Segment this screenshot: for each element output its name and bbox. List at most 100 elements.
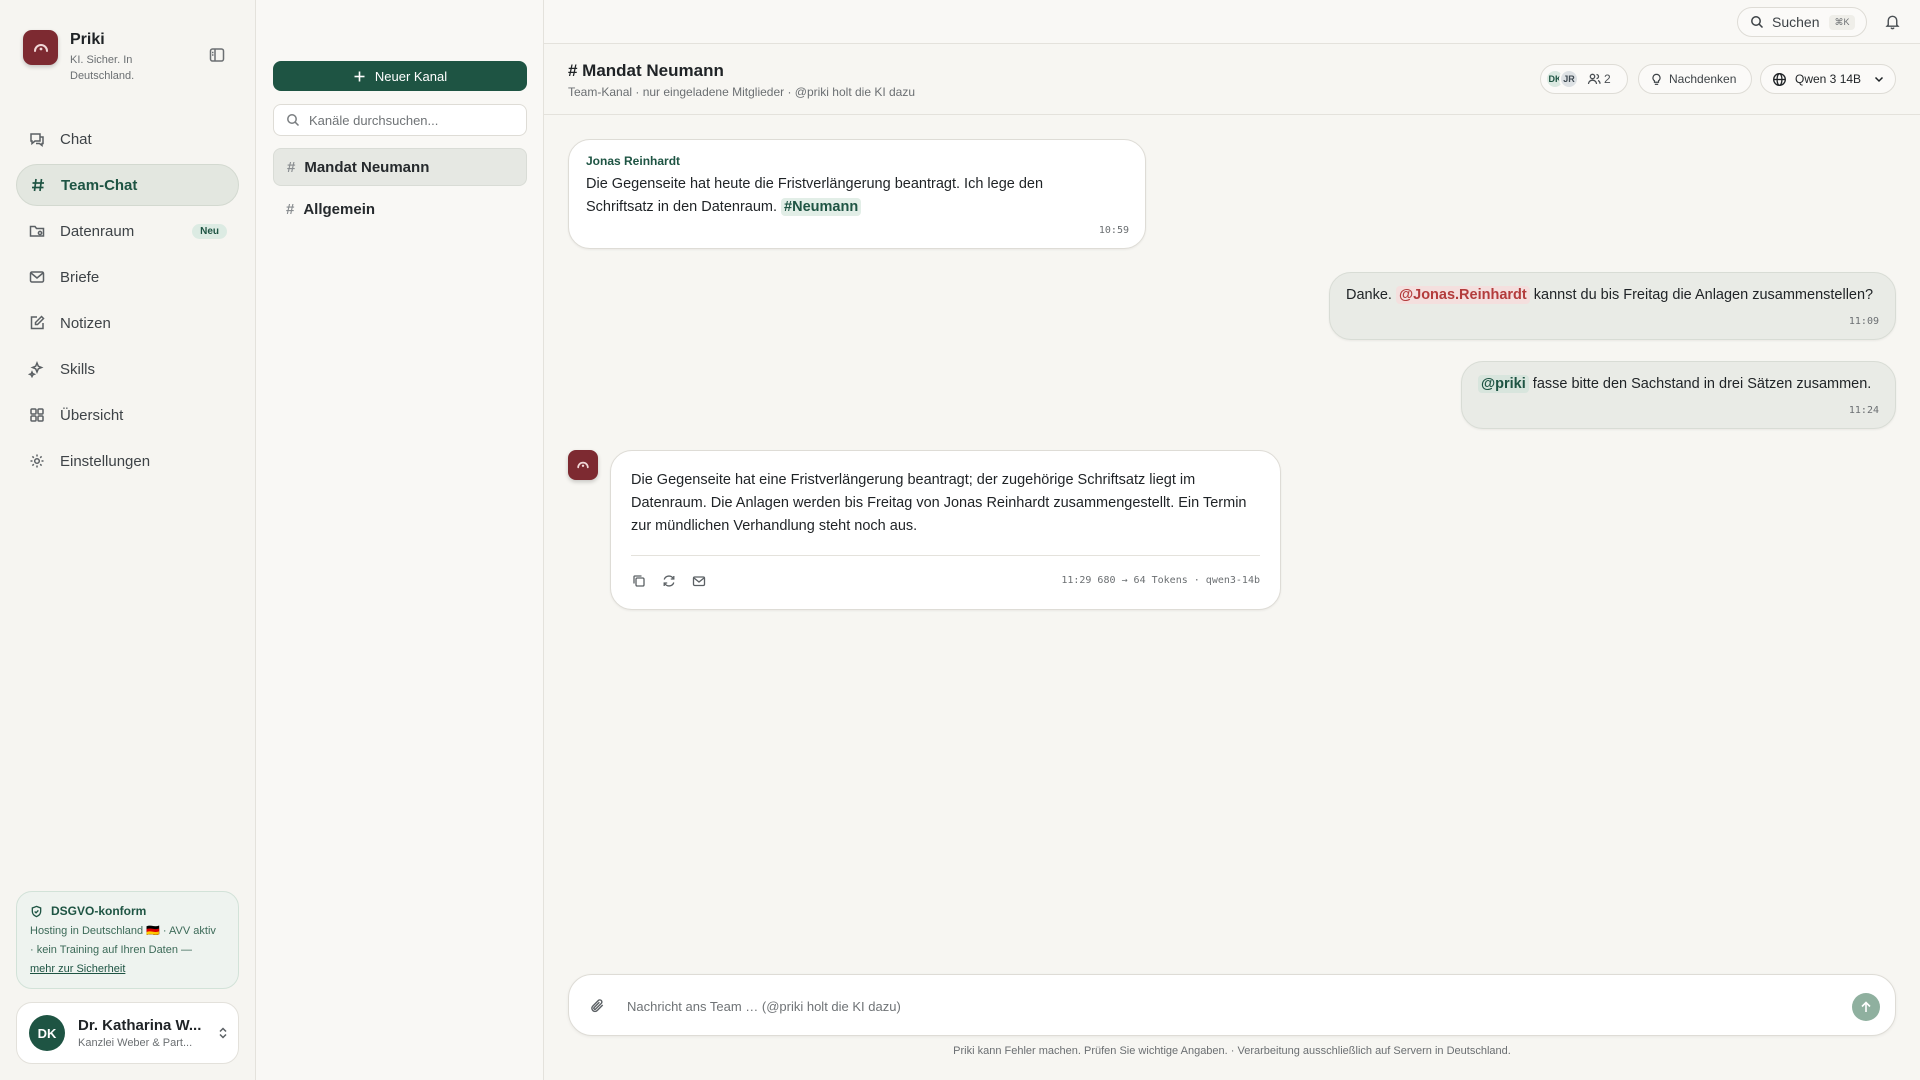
- message-ai-response: Die Gegenseite hat eine Fristverlängerun…: [610, 450, 1281, 610]
- message-line: Die Gegenseite hat heute die Fristverlän…: [586, 176, 1044, 192]
- member-count: 2: [1604, 72, 1611, 86]
- send-button[interactable]: [1852, 993, 1880, 1021]
- avatar: DK: [29, 1015, 65, 1051]
- page-title: # Mandat Neumann: [568, 61, 724, 80]
- hash-icon: [29, 176, 47, 194]
- hash-icon: #: [286, 200, 295, 218]
- disclaimer: Priki kann Fehler machen. Prüfen Sie wic…: [953, 1045, 1511, 1057]
- chevron-up-down-icon[interactable]: [216, 1026, 230, 1040]
- message-line: Datenraum. Die Anlagen werden bis Freita…: [631, 495, 1247, 511]
- message-line: Schriftsatz in den Datenraum.: [586, 199, 778, 215]
- channel-subtitle: Team-Kanal · nur eingeladene Mitglieder …: [568, 85, 916, 99]
- security-card: DSGVO-konform Hosting in Deutschland 🇩🇪 …: [16, 891, 239, 989]
- nav-item-chat[interactable]: Chat: [16, 118, 239, 160]
- message-text: Die Gegenseite hat eine Fristverlängerun…: [631, 469, 1271, 538]
- message-actions: [631, 573, 721, 589]
- security-title: DSGVO-konform: [51, 904, 147, 918]
- members-button[interactable]: DK JR 2: [1540, 64, 1628, 94]
- security-line-2: · kein Training auf Ihren Daten —: [30, 944, 193, 956]
- arrow-up-icon: [1861, 1001, 1871, 1012]
- global-search-button[interactable]: Suchen ⌘K: [1737, 7, 1867, 37]
- brand: Priki KI. Sicher. In Deutschland.: [23, 30, 150, 84]
- chat-header: # Mandat Neumann Team-Kanal · nur eingel…: [544, 44, 1920, 115]
- model-label: Qwen 3 14B: [1795, 72, 1862, 86]
- nav-item-skills[interactable]: Skills: [16, 348, 239, 390]
- bell-icon[interactable]: [1884, 13, 1901, 30]
- message-list: Jonas Reinhardt Die Gegenseite hat heute…: [544, 115, 1920, 975]
- brand-tagline: KI. Sicher. In Deutschland.: [70, 54, 135, 82]
- nav-label: Skills: [60, 360, 96, 378]
- shield-icon: [31, 905, 42, 917]
- think-label: Nachdenken: [1669, 72, 1737, 86]
- nav-item-uebersicht[interactable]: Übersicht: [16, 394, 239, 436]
- lightbulb-icon: [1652, 73, 1661, 85]
- search-icon: [1751, 16, 1764, 29]
- nav-label: Übersicht: [60, 406, 124, 424]
- regenerate-icon[interactable]: [661, 573, 677, 589]
- search-label: Suchen: [1772, 14, 1820, 30]
- message-part: kannst du bis Freitag die Anlagen zusamm…: [1533, 287, 1874, 303]
- message-time: 10:59: [1098, 225, 1129, 236]
- channel-item-allgemein[interactable]: # Allgemein: [273, 190, 527, 228]
- message-text: Danke. @Jonas.Reinhardt kannst du bis Fr…: [1346, 284, 1873, 307]
- new-badge: Neu: [192, 223, 227, 239]
- message-text: @priki fasse bitte den Sachstand in drei…: [1478, 373, 1871, 396]
- user-mention[interactable]: @Jonas.Reinhardt: [1395, 286, 1530, 304]
- folder-icon: [28, 222, 46, 240]
- user-menu[interactable]: DK Dr. Katharina W... Kanzlei Weber & Pa…: [16, 1002, 239, 1064]
- channel-name: Mandat Neumann: [304, 158, 430, 176]
- brand-name: Priki: [70, 31, 105, 48]
- new-channel-button[interactable]: Neuer Kanal: [273, 61, 527, 91]
- sidebar-collapse-icon[interactable]: [208, 46, 226, 64]
- channel-panel: Neuer Kanal # Mandat Neumann # Allgemein: [256, 0, 544, 1080]
- nav-item-datenraum[interactable]: Datenraum Neu: [16, 210, 239, 252]
- chevron-down-icon: [1874, 76, 1884, 83]
- grid-icon: [28, 406, 46, 424]
- priki-bot-avatar-icon: [568, 450, 598, 480]
- nav-label: Datenraum: [60, 222, 135, 240]
- nav-label: Einstellungen: [60, 452, 151, 470]
- bot-mention[interactable]: @priki: [1478, 375, 1529, 393]
- gear-icon: [28, 452, 46, 470]
- message-input[interactable]: [627, 995, 1807, 1017]
- security-line-1: Hosting in Deutschland 🇩🇪 · AVV aktiv: [30, 925, 216, 937]
- nav-label: Notizen: [60, 314, 111, 332]
- sparkles-icon: [28, 360, 46, 378]
- new-channel-label: Neuer Kanal: [374, 68, 448, 84]
- think-toggle-button[interactable]: Nachdenken: [1638, 64, 1752, 94]
- priki-logo-icon[interactable]: [23, 30, 58, 65]
- message-line: zur mündlichen Verhandlung steht noch au…: [631, 518, 918, 534]
- message-incoming: Jonas Reinhardt Die Gegenseite hat heute…: [568, 139, 1146, 249]
- message-sender: Jonas Reinhardt: [586, 154, 681, 168]
- channel-name: Allgemein: [303, 200, 376, 218]
- note-icon: [28, 314, 46, 332]
- nav-label: Team-Chat: [61, 176, 138, 194]
- nav-label: Briefe: [60, 268, 100, 286]
- search-icon: [287, 114, 300, 127]
- message-text: Die Gegenseite hat heute die Fristverlän…: [586, 173, 1126, 219]
- message-composer: [568, 974, 1896, 1036]
- mail-icon[interactable]: [691, 573, 707, 589]
- nav-item-briefe[interactable]: Briefe: [16, 256, 239, 298]
- nav-item-notizen[interactable]: Notizen: [16, 302, 239, 344]
- security-link[interactable]: mehr zur Sicherheit: [30, 960, 226, 979]
- chat-icon: [28, 130, 46, 148]
- paperclip-icon[interactable]: [589, 997, 606, 1014]
- ai-meta: 11:29 680 → 64 Tokens · qwen3-14b: [1061, 575, 1260, 586]
- nav-item-einstellungen[interactable]: Einstellungen: [16, 440, 239, 482]
- message-outgoing: Danke. @Jonas.Reinhardt kannst du bis Fr…: [1329, 272, 1896, 340]
- copy-icon[interactable]: [631, 573, 647, 589]
- message-time: 11:24: [1848, 405, 1879, 416]
- model-select[interactable]: Qwen 3 14B: [1760, 64, 1896, 94]
- message-part: fasse bitte den Sachstand in drei Sätzen…: [1532, 376, 1872, 392]
- channel-tag[interactable]: #Neumann: [781, 198, 862, 216]
- channel-search-input[interactable]: [309, 112, 519, 128]
- channel-item-mandat-neumann[interactable]: # Mandat Neumann: [273, 148, 527, 186]
- nav-item-team-chat[interactable]: Team-Chat: [16, 164, 239, 206]
- main-nav: Chat Team-Chat Datenraum Neu Briefe Noti…: [16, 118, 239, 486]
- channel-search: [273, 104, 527, 136]
- globe-icon: [1773, 72, 1786, 86]
- shortcut-hint: ⌘K: [1829, 14, 1855, 30]
- user-name: Dr. Katharina W...: [78, 1017, 202, 1034]
- divider: [631, 555, 1260, 556]
